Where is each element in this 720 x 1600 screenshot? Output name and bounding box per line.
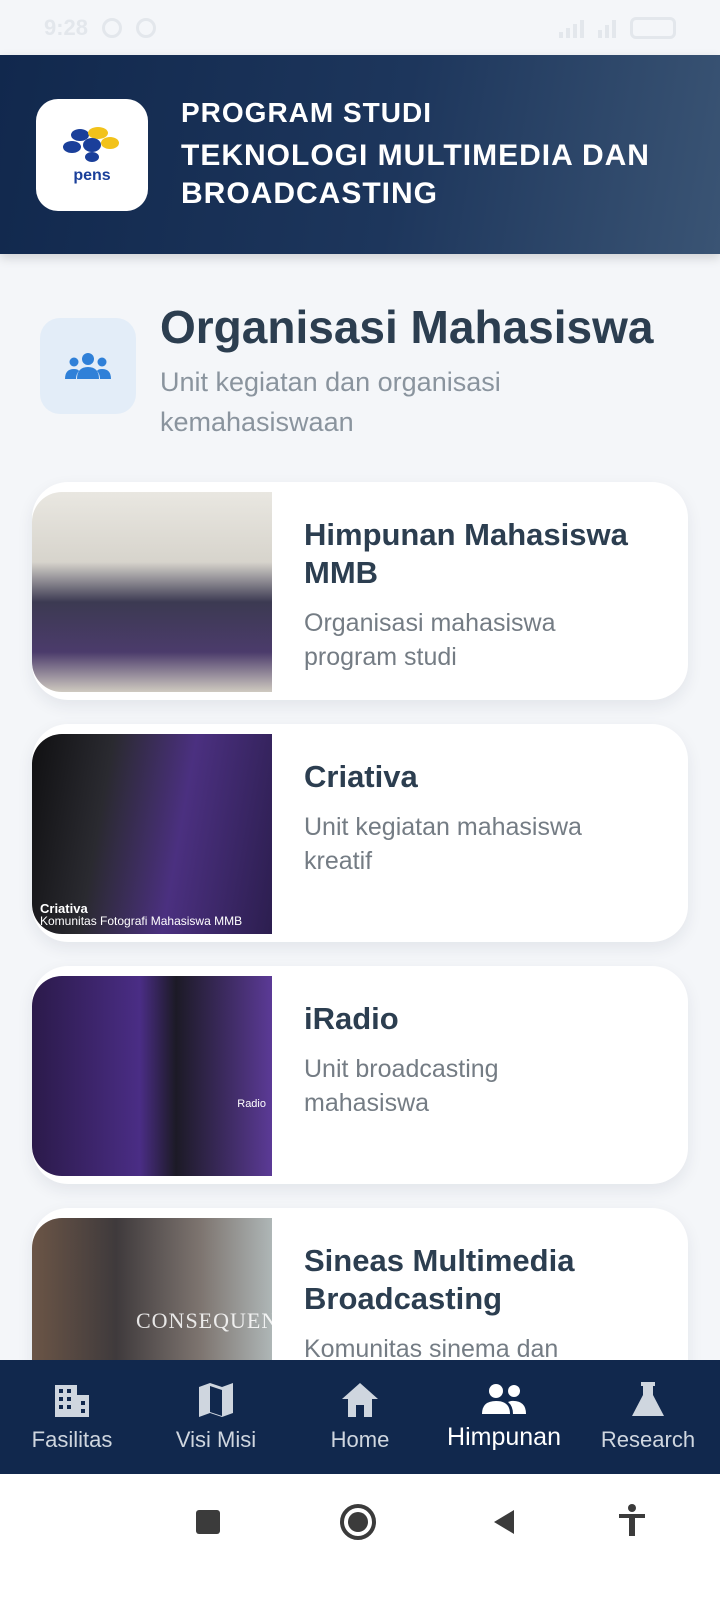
flask-icon: [632, 1382, 664, 1416]
org-title: iRadio: [304, 1001, 399, 1036]
status-time: 9:28: [44, 14, 89, 40]
recents-button[interactable]: [196, 1510, 220, 1534]
nav-fasilitas[interactable]: Fasilitas: [0, 1360, 144, 1474]
nav-label: Home: [330, 1427, 390, 1452]
home-system-button[interactable]: [340, 1504, 376, 1540]
org-card-criativa[interactable]: Criativa Komunitas Fotografi Mahasiswa M…: [32, 724, 688, 942]
pens-logo: pens: [36, 98, 148, 211]
image-caption: Radio: [237, 1098, 266, 1110]
nav-himpunan[interactable]: Himpunan: [432, 1360, 576, 1474]
nav-home[interactable]: Home: [288, 1360, 432, 1474]
org-description: Organisasi mahasiswa program studi: [304, 609, 556, 671]
nav-visi-misi[interactable]: Visi Misi: [144, 1360, 288, 1474]
map-icon: [199, 1383, 233, 1417]
home-icon: [342, 1383, 378, 1417]
accessibility-icon[interactable]: [618, 1504, 646, 1538]
status-bar: 9:28: [0, 0, 720, 55]
section-header: Organisasi Mahasiswa Unit kegiatan dan o…: [40, 296, 700, 442]
back-button[interactable]: [492, 1508, 516, 1536]
org-image: Radio: [32, 976, 272, 1176]
org-description: Unit kegiatan mahasiswa kreatif: [304, 813, 582, 875]
notification-icon: [136, 17, 157, 38]
org-card-himpunan[interactable]: Himpunan Mahasiswa MMB Organisasi mahasi…: [32, 482, 688, 700]
org-title: Criativa: [304, 759, 418, 794]
image-caption: CONSEQUEN: [136, 1308, 272, 1333]
page-subtitle: Unit kegiatan dan organisasi kemahasiswa…: [160, 367, 501, 437]
page-title: Organisasi Mahasiswa: [160, 301, 654, 353]
alarm-icon: [102, 17, 123, 38]
org-image: [32, 492, 272, 692]
signal-icon: [559, 18, 584, 38]
program-name: TEKNOLOGI MULTIMEDIA DAN BROADCASTING: [181, 138, 650, 210]
svg-text:pens: pens: [73, 167, 110, 184]
system-navigation: [0, 1474, 720, 1600]
image-caption: Criativa Komunitas Fotografi Mahasiswa M…: [40, 901, 243, 928]
org-image: Criativa Komunitas Fotografi Mahasiswa M…: [32, 734, 272, 934]
nav-label: Fasilitas: [31, 1427, 113, 1452]
nav-label: Visi Misi: [175, 1427, 257, 1452]
wifi-icon: [598, 18, 616, 38]
org-description: Unit broadcasting mahasiswa: [304, 1055, 499, 1117]
bottom-navigation: Fasilitas Visi Misi Home Himpunan Resear…: [0, 1360, 720, 1474]
program-label: PROGRAM STUDI: [181, 96, 432, 128]
group-icon: [40, 318, 136, 414]
org-title: Sineas Multimedia Broadcasting: [304, 1243, 575, 1316]
nav-label: Himpunan: [447, 1422, 561, 1451]
org-card-iradio[interactable]: Radio iRadio Unit broadcasting mahasiswa: [32, 966, 688, 1184]
organization-list: Himpunan Mahasiswa MMB Organisasi mahasi…: [32, 482, 688, 1450]
group-icon: [482, 1383, 526, 1414]
battery-icon: [630, 16, 676, 39]
app-header: pens PROGRAM STUDI TEKNOLOGI MULTIMEDIA …: [0, 55, 720, 254]
nav-label: Research: [600, 1427, 696, 1452]
building-icon: [55, 1385, 89, 1417]
org-title: Himpunan Mahasiswa MMB: [304, 517, 628, 590]
nav-research[interactable]: Research: [576, 1360, 720, 1474]
